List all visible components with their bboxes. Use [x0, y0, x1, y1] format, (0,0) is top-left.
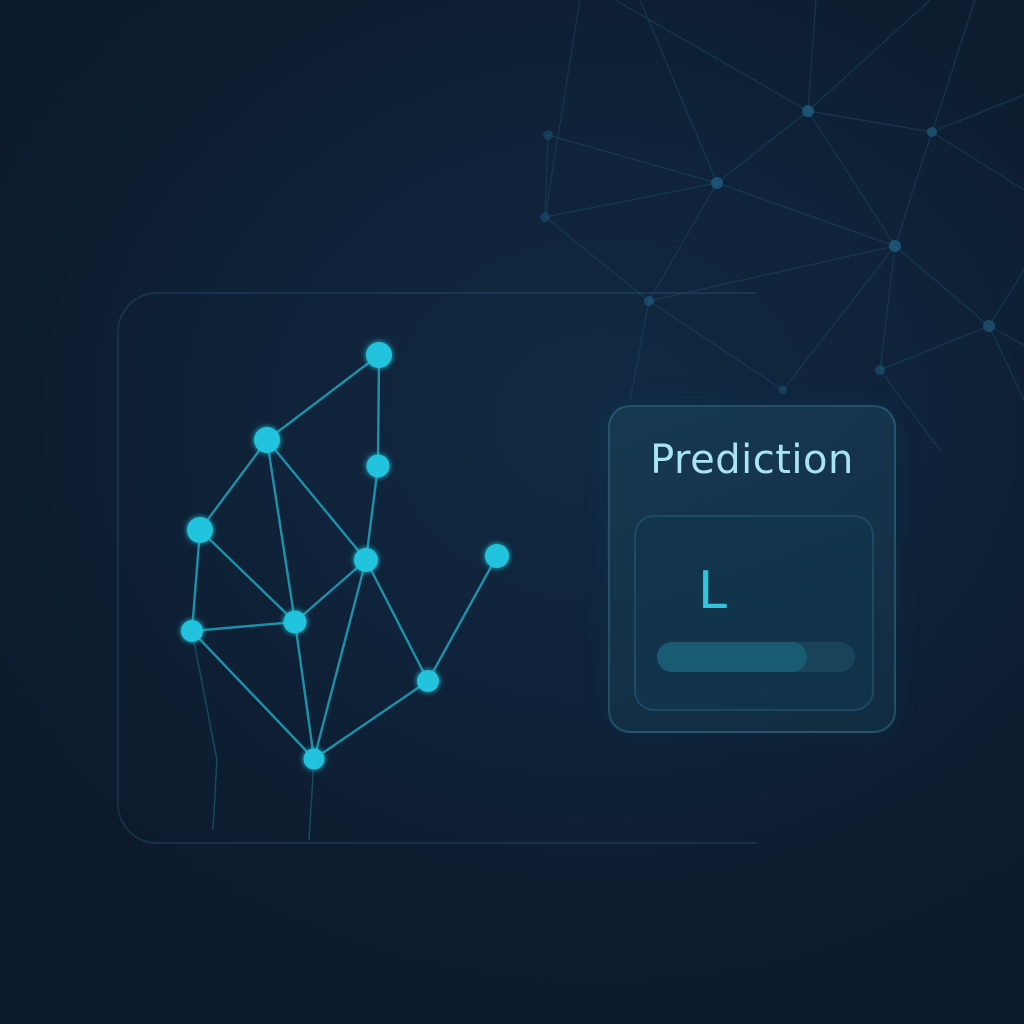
landmark-node — [283, 610, 307, 634]
landmark-node — [354, 548, 378, 572]
wrist-edge — [212, 759, 218, 831]
predicted-letter: L — [698, 561, 727, 621]
landmark-edge — [199, 439, 268, 531]
landmark-edge — [199, 529, 296, 623]
prediction-title: Prediction — [650, 437, 854, 483]
landmark-node — [303, 748, 325, 770]
landmark-node — [485, 544, 509, 568]
landmark-edge — [364, 559, 430, 682]
landmark-edge — [364, 465, 380, 561]
wrist-edge — [191, 630, 218, 761]
landmark-node — [254, 427, 280, 453]
landmark-edge — [190, 529, 202, 632]
landmark-edge — [191, 630, 315, 760]
landmark-edge — [426, 555, 499, 682]
landmark-edge — [191, 620, 296, 633]
landmark-node — [366, 454, 390, 478]
landmark-edge — [266, 354, 380, 441]
confidence-bar-fill — [657, 642, 808, 672]
landmark-edge — [293, 621, 316, 760]
prediction-card: Prediction L — [608, 405, 896, 733]
landmark-node — [187, 517, 213, 543]
landmark-edge — [376, 354, 381, 467]
prediction-result-panel: L — [634, 515, 874, 711]
confidence-bar — [657, 642, 855, 672]
landmark-node — [181, 620, 203, 642]
wrist-edge — [308, 758, 315, 841]
hand-landmark-scene: Prediction L — [0, 0, 1024, 1024]
landmark-node — [417, 670, 439, 692]
landmark-edge — [294, 559, 367, 623]
landmark-node — [366, 342, 392, 368]
